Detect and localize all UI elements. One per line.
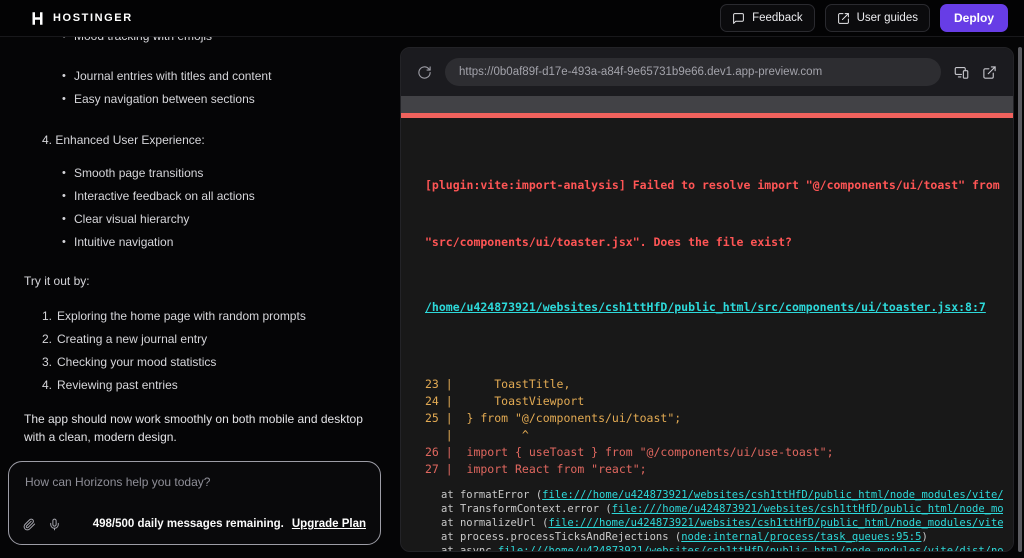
refresh-icon: [418, 65, 431, 79]
hostinger-logo[interactable]: HOSTINGER: [30, 11, 133, 26]
stack-text-post: ): [921, 531, 928, 543]
topbar: HOSTINGER Feedback User guides Deploy: [0, 0, 1024, 37]
attach-button[interactable]: [23, 518, 36, 531]
stack-file-link[interactable]: file:///home/u424873921/websites/csh1ttH…: [542, 489, 1003, 501]
step-text: Creating a new journal entry: [57, 332, 208, 346]
try-step-list: 1. Exploring the home page with random pr…: [0, 305, 396, 397]
error-plugin-tag: [plugin:vite:import-analysis]: [425, 178, 626, 192]
step-text: Checking your mood statistics: [57, 355, 217, 369]
numbered-item: 2. Creating a new journal entry: [42, 328, 396, 351]
feedback-label: Feedback: [752, 12, 803, 24]
stack-trace: at formatError (file:///home/u424873921/…: [441, 488, 1003, 552]
microphone-icon: [50, 518, 59, 530]
frame-line: 23 | ToastTitle,: [425, 377, 571, 391]
preview-url: https://0b0af89f-d17e-493a-a84f-9e65731b…: [459, 66, 823, 78]
section-bullet-list: Smooth page transitionsInteractive feedb…: [0, 162, 396, 254]
mic-button[interactable]: [48, 518, 61, 531]
chat-panel: Mood tracking with emojis Journal entrie…: [0, 37, 396, 558]
frame-line: 27 | import React from "react";: [425, 462, 647, 476]
deploy-button[interactable]: Deploy: [939, 4, 1008, 32]
stack-text: at async: [441, 545, 498, 552]
hostinger-logo-icon: [32, 11, 43, 25]
preview-panel: https://0b0af89f-d17e-493a-a84f-9e65731b…: [400, 47, 1014, 552]
upgrade-plan-link[interactable]: Upgrade Plan: [292, 518, 366, 530]
closing-paragraph: The app should now work smoothly on both…: [24, 410, 366, 446]
url-bar[interactable]: https://0b0af89f-d17e-493a-a84f-9e65731b…: [445, 58, 941, 86]
feedback-button[interactable]: Feedback: [720, 4, 815, 32]
chat-input-footer: 498/500 daily messages remaining. Upgrad…: [23, 513, 366, 535]
device-toggle-button[interactable]: [954, 65, 969, 80]
chat-history[interactable]: Mood tracking with emojis Journal entrie…: [0, 37, 396, 453]
frame-line: | ^: [425, 428, 529, 442]
stack-line: at formatError (file:///home/u424873921/…: [441, 488, 1003, 502]
step-number: 3.: [42, 355, 53, 369]
preview-toolbar: https://0b0af89f-d17e-493a-a84f-9e65731b…: [401, 48, 1013, 96]
stack-file-link[interactable]: node:internal/process/task_queues:95:5: [681, 531, 921, 543]
app-window: HOSTINGER Feedback User guides Deploy Mo…: [0, 0, 1024, 558]
stack-line: at normalizeUrl (file:///home/u424873921…: [441, 516, 1003, 530]
monitor-smartphone-icon: [954, 66, 969, 79]
frame-line: 24 | ToastViewport: [425, 394, 585, 408]
clipped-bullet-item: Mood tracking with emojis: [62, 37, 396, 45]
step-number: 1.: [42, 309, 53, 323]
stack-line: at process.processTicksAndRejections (no…: [441, 530, 1003, 544]
step-text: Exploring the home page with random prom…: [57, 309, 306, 323]
numbered-item: 3. Checking your mood statistics: [42, 351, 396, 374]
bullet-item: Interactive feedback on all actions: [62, 185, 396, 208]
bullet-item: Clear visual hierarchy: [62, 208, 396, 231]
speech-bubble-icon: [733, 12, 744, 24]
frame-line: 26 | import { useToast } from "@/compone…: [425, 445, 834, 459]
open-in-new-icon: [983, 65, 996, 79]
stack-file-link[interactable]: file:///home/u424873921/websites/csh1ttH…: [612, 503, 1003, 515]
section-heading: 4. Enhanced User Experience:: [42, 133, 205, 147]
chat-input-placeholder: How can Horizons help you today?: [25, 475, 211, 489]
closing-line: The app should now work smoothly on both…: [24, 412, 366, 426]
closing-line: with a clean, modern design.: [24, 430, 177, 444]
frame-line: 25 | } from "@/components/ui/toast";: [425, 411, 682, 425]
open-external-button[interactable]: [982, 65, 997, 80]
numbered-item: 4. Reviewing past entries: [42, 374, 396, 397]
error-file-link[interactable]: /home/u424873921/websites/csh1ttHfD/publ…: [425, 300, 986, 314]
user-guides-button[interactable]: User guides: [824, 4, 930, 32]
chat-input-box[interactable]: How can Horizons help you today? 498/500…: [8, 461, 381, 545]
error-message-line2: "src/components/ui/toaster.jsx". Does th…: [425, 235, 792, 249]
stack-line: at async file:///home/u424873921/website…: [441, 544, 1003, 552]
try-heading: Try it out by:: [24, 274, 90, 288]
step-number: 4.: [42, 378, 53, 392]
topbar-actions: Feedback User guides Deploy: [720, 4, 1008, 32]
bullet-item: Journal entries with titles and content: [62, 65, 396, 88]
stack-text: at TransformContext.error (: [441, 503, 612, 515]
stack-file-link[interactable]: file:///home/u424873921/websites/csh1ttH…: [498, 545, 1003, 551]
bullet-item: Smooth page transitions: [62, 162, 396, 185]
page-scrollbar[interactable]: [1018, 47, 1022, 552]
stack-file-link[interactable]: file:///home/u424873921/websites/csh1ttH…: [548, 517, 1003, 529]
preview-viewport: [plugin:vite:import-analysis] Failed to …: [401, 96, 1013, 552]
code-frame: 23 | ToastTitle, 24 | ToastViewport 25 | }…: [425, 325, 1003, 478]
page-background-band: [401, 96, 1013, 113]
vite-error-overlay[interactable]: [plugin:vite:import-analysis] Failed to …: [401, 118, 1013, 552]
feature-bullet-list: Journal entries with titles and contentE…: [0, 65, 396, 111]
refresh-button[interactable]: [417, 65, 432, 80]
error-message-line1: Failed to resolve import "@/components/u…: [625, 178, 1000, 192]
external-link-icon: [837, 12, 849, 24]
error-message: [plugin:vite:import-analysis] Failed to …: [425, 138, 1003, 290]
paperclip-icon: [23, 518, 36, 530]
step-number: 2.: [42, 332, 53, 346]
stack-text: at formatError (: [441, 489, 543, 501]
numbered-item: 1. Exploring the home page with random pr…: [42, 305, 396, 328]
stack-line: at TransformContext.error (file:///home/…: [441, 502, 1003, 516]
messages-remaining: 498/500 daily messages remaining.: [92, 518, 284, 530]
stack-text: at normalizeUrl (: [441, 517, 549, 529]
bullet-item: Easy navigation between sections: [62, 88, 396, 111]
stack-text: at process.processTicksAndRejections (: [441, 531, 682, 543]
step-text: Reviewing past entries: [57, 378, 178, 392]
user-guides-label: User guides: [856, 12, 918, 24]
bullet-item: Intuitive navigation: [62, 231, 396, 254]
brand-name: HOSTINGER: [53, 12, 133, 24]
